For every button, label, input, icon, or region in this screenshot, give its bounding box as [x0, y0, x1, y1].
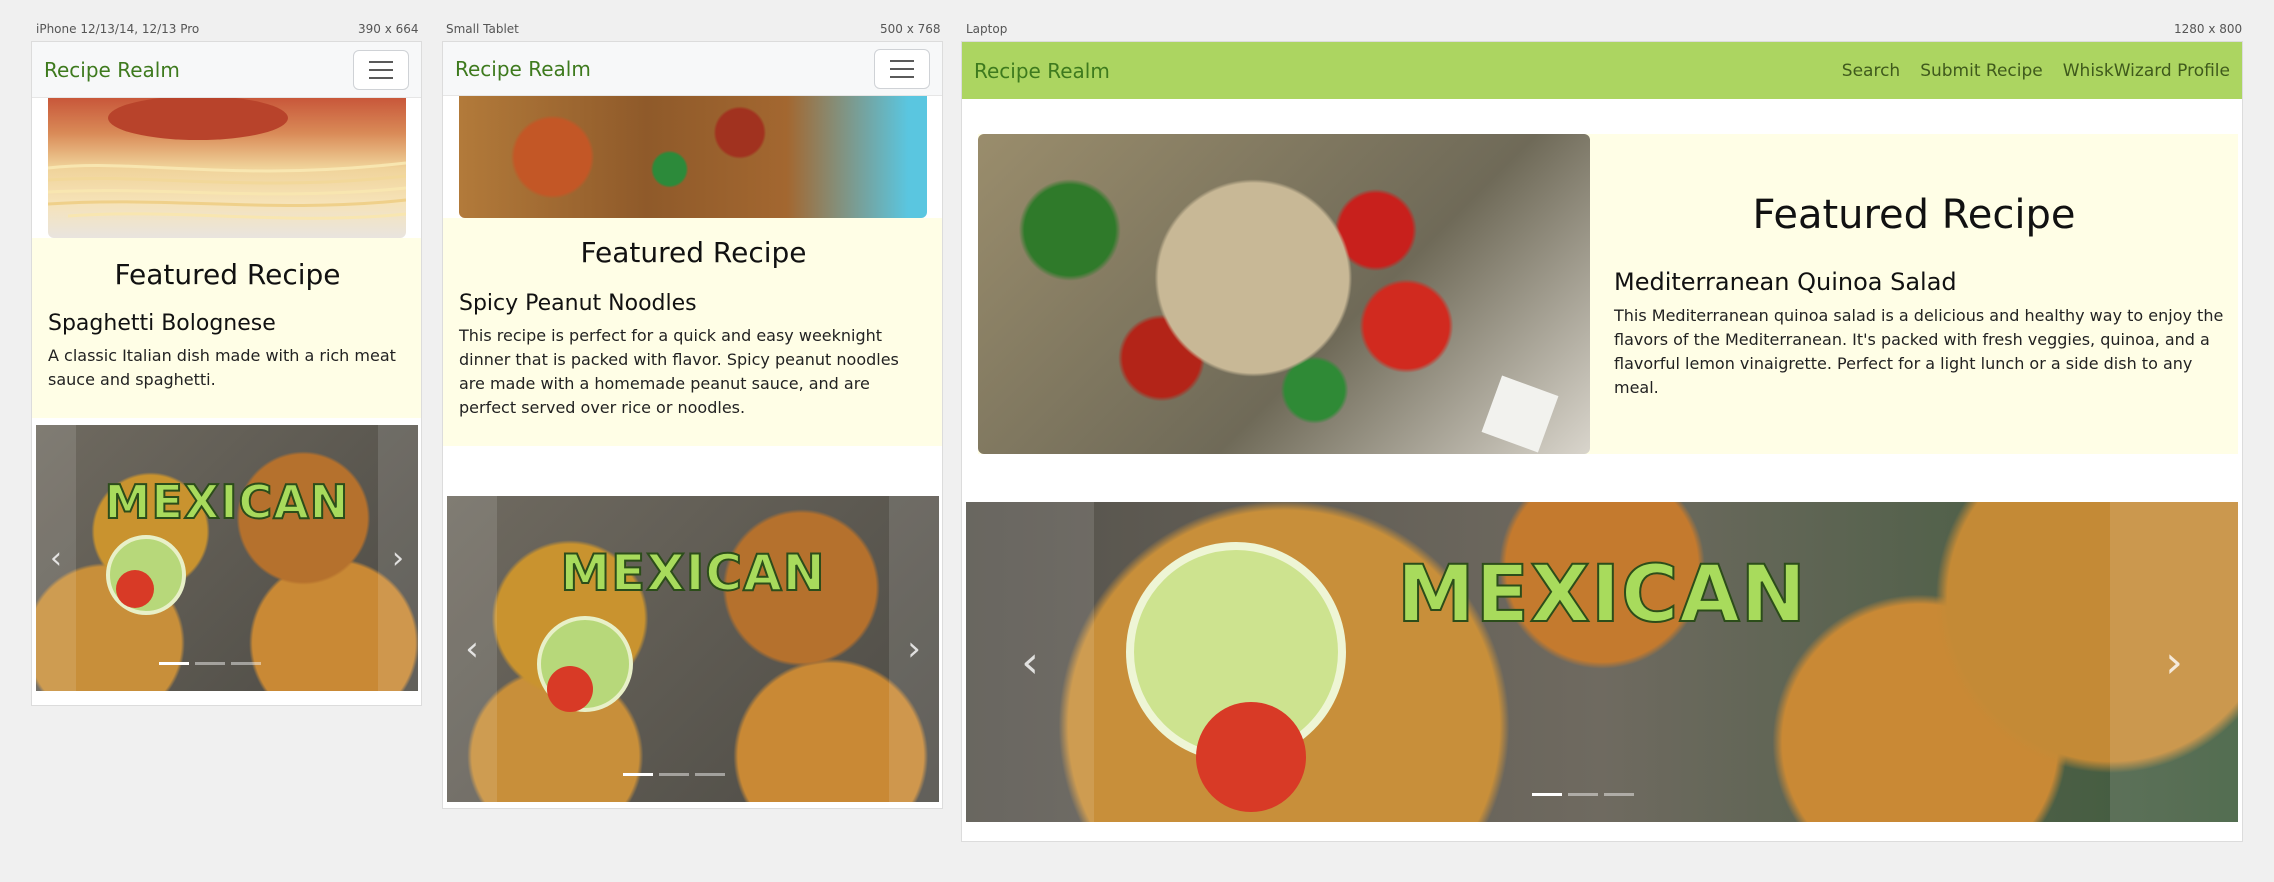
- indicator-1[interactable]: [159, 662, 189, 665]
- tomato-slice: [547, 666, 593, 712]
- laptop-device-size: 1280 x 800: [2174, 22, 2243, 36]
- carousel-image: [447, 496, 939, 802]
- recipe-title: Mediterranean Quinoa Salad: [1614, 268, 1957, 296]
- featured-section: Featured Recipe Spaghetti Bolognese A cl…: [32, 238, 421, 418]
- nav-submit-recipe-link[interactable]: Submit Recipe: [1920, 61, 2043, 81]
- nav-profile-link[interactable]: WhiskWizard Profile: [2063, 61, 2230, 81]
- recipe-title: Spicy Peanut Noodles: [459, 291, 697, 316]
- laptop-recipe-image: [978, 134, 1590, 454]
- brand-logo[interactable]: Recipe Realm: [455, 57, 591, 81]
- featured-title: Featured Recipe: [114, 258, 341, 291]
- carousel-indicators: [1532, 793, 1634, 796]
- carousel-image: [36, 425, 418, 691]
- indicator-2[interactable]: [195, 662, 225, 665]
- phone-navbar: Recipe Realm: [32, 42, 421, 98]
- chevron-left-icon[interactable]: ‹: [966, 502, 1094, 822]
- tablet-device-size: 500 x 768: [880, 22, 941, 36]
- carousel-caption: MEXICAN: [559, 543, 826, 603]
- carousel-caption: MEXICAN: [104, 474, 350, 530]
- chevron-right-icon[interactable]: ›: [2110, 502, 2238, 822]
- laptop-viewport: Recipe Realm Search Submit Recipe WhiskW…: [961, 41, 2243, 842]
- cuisine-carousel[interactable]: MEXICAN ‹ ›: [36, 425, 418, 691]
- featured-section: Featured Recipe Mediterranean Quinoa Sal…: [978, 134, 2238, 454]
- phone-viewport: Recipe Realm Featured Recipe Spaghetti B…: [31, 41, 422, 706]
- cuisine-carousel[interactable]: MEXICAN ‹ ›: [447, 496, 939, 802]
- tablet-navbar: Recipe Realm: [443, 42, 942, 96]
- laptop-device-name: Laptop: [966, 22, 1008, 36]
- hamburger-icon[interactable]: [874, 48, 930, 89]
- laptop-navbar: Recipe Realm Search Submit Recipe WhiskW…: [962, 42, 2242, 99]
- phone-device-name: iPhone 12/13/14, 12/13 Pro: [36, 22, 200, 36]
- recipe-description: This Mediterranean quinoa salad is a del…: [1614, 306, 2224, 397]
- indicator-3[interactable]: [1604, 793, 1634, 796]
- spaghetti-strands: [48, 98, 406, 220]
- indicator-3[interactable]: [695, 773, 725, 776]
- chevron-left-icon[interactable]: ‹: [447, 496, 497, 802]
- chevron-right-icon[interactable]: ›: [889, 496, 939, 802]
- carousel-indicators: [623, 773, 725, 776]
- chevron-right-icon[interactable]: ›: [378, 425, 418, 691]
- carousel-caption: MEXICAN: [1396, 549, 1807, 641]
- featured-section: Featured Recipe Spicy Peanut Noodles Thi…: [443, 218, 942, 446]
- brand-logo[interactable]: Recipe Realm: [44, 58, 180, 82]
- carousel-indicators: [159, 662, 261, 665]
- nav-links: Search Submit Recipe WhiskWizard Profile: [1842, 61, 2230, 81]
- indicator-1[interactable]: [1532, 793, 1562, 796]
- tomato-slice: [116, 570, 154, 608]
- recipe-title: Spaghetti Bolognese: [48, 311, 276, 336]
- indicator-2[interactable]: [1568, 793, 1598, 796]
- tablet-recipe-image: [459, 96, 927, 218]
- featured-title: Featured Recipe: [1752, 192, 2076, 238]
- feta-cube: [1481, 375, 1559, 453]
- tablet-viewport: Recipe Realm Featured Recipe Spicy Peanu…: [442, 41, 943, 809]
- cuisine-carousel[interactable]: MEXICAN ‹ ›: [966, 502, 2238, 822]
- recipe-description: A classic Italian dish made with a rich …: [48, 346, 396, 389]
- hamburger-icon[interactable]: [353, 49, 409, 90]
- indicator-2[interactable]: [659, 773, 689, 776]
- indicator-3[interactable]: [231, 662, 261, 665]
- chevron-left-icon[interactable]: ‹: [36, 425, 76, 691]
- indicator-1[interactable]: [623, 773, 653, 776]
- brand-logo[interactable]: Recipe Realm: [974, 59, 1110, 83]
- recipe-description: This recipe is perfect for a quick and e…: [459, 326, 899, 417]
- featured-title: Featured Recipe: [580, 236, 807, 269]
- tomato-slice: [1196, 702, 1306, 812]
- phone-recipe-image: [48, 98, 406, 238]
- phone-device-size: 390 x 664: [358, 22, 419, 36]
- tablet-device-name: Small Tablet: [446, 22, 519, 36]
- nav-search-link[interactable]: Search: [1842, 61, 1900, 81]
